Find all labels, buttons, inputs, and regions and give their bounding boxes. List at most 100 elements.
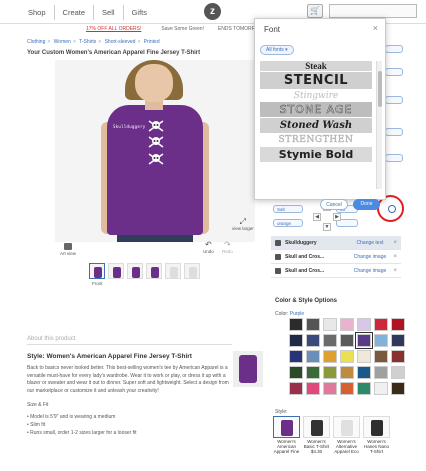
- done-button[interactable]: Done: [353, 199, 380, 210]
- color-swatch[interactable]: [340, 318, 354, 331]
- font-option[interactable]: Stingwire: [260, 90, 372, 101]
- skull-crossbones-icon[interactable]: [148, 136, 164, 148]
- color-swatch[interactable]: [340, 366, 354, 379]
- color-swatch[interactable]: [289, 382, 303, 395]
- product-preview-image[interactable]: Skullduggery: [55, 60, 255, 242]
- color-swatch[interactable]: [391, 318, 405, 331]
- color-swatch[interactable]: [340, 334, 354, 347]
- text-color-select[interactable]: orange: [273, 219, 303, 227]
- color-swatch[interactable]: [289, 318, 303, 331]
- design-text-layer[interactable]: Skullduggery: [113, 124, 146, 129]
- nav-sell[interactable]: Sell: [94, 5, 124, 20]
- arrow-right-icon[interactable]: ▶: [333, 213, 341, 221]
- undo-button[interactable]: ↶ Undo: [203, 241, 214, 255]
- color-swatch[interactable]: [340, 382, 354, 395]
- color-swatch[interactable]: [355, 332, 373, 349]
- skull-crossbones-icon[interactable]: [148, 120, 164, 132]
- thumbnail-view[interactable]: [127, 263, 143, 279]
- thumbnail-front[interactable]: [89, 263, 105, 279]
- color-swatch[interactable]: [289, 350, 303, 363]
- font-style-select[interactable]: Salt: [273, 205, 303, 213]
- color-swatch[interactable]: [340, 350, 354, 363]
- color-swatch[interactable]: [306, 350, 320, 363]
- option-dropdown[interactable]: [385, 96, 403, 104]
- change-image-link[interactable]: Change image: [345, 268, 395, 274]
- color-swatch[interactable]: [306, 366, 320, 379]
- thumbnail-view[interactable]: [146, 263, 162, 279]
- color-swatch[interactable]: [289, 366, 303, 379]
- breadcrumb-item[interactable]: Short-sleeved: [105, 39, 136, 45]
- zazzle-logo[interactable]: z: [204, 3, 221, 20]
- thumbnail-view[interactable]: [108, 263, 124, 279]
- color-swatch[interactable]: [323, 382, 337, 395]
- nav-shop[interactable]: Shop: [20, 5, 55, 20]
- color-swatch[interactable]: [306, 318, 320, 331]
- change-text-link[interactable]: Change text: [345, 240, 395, 246]
- font-option[interactable]: STRENGTHEN: [260, 134, 372, 146]
- font-option[interactable]: Steak: [260, 61, 372, 71]
- font-option[interactable]: STONE AGE: [260, 102, 372, 117]
- color-swatch[interactable]: [306, 334, 320, 347]
- close-icon[interactable]: ×: [373, 23, 378, 33]
- color-swatch[interactable]: [391, 366, 405, 379]
- font-option[interactable]: Stymie Bold: [260, 147, 372, 162]
- color-swatch[interactable]: [374, 366, 388, 379]
- breadcrumb-item[interactable]: Women: [54, 39, 71, 45]
- thumbnail-view[interactable]: [165, 263, 181, 279]
- nav-gifts[interactable]: Gifts: [124, 5, 155, 20]
- arrow-down-icon[interactable]: ▼: [323, 223, 331, 231]
- cart-icon[interactable]: 🛒: [307, 4, 323, 18]
- cancel-button[interactable]: Cancel: [320, 199, 348, 210]
- close-icon[interactable]: ×: [393, 268, 397, 274]
- font-option[interactable]: STENCIL: [260, 72, 372, 89]
- style-option[interactable]: Women's Basic T-Shirt $4.30: [303, 416, 330, 455]
- breadcrumb-item[interactable]: T-Shirts: [79, 39, 96, 45]
- view-larger-button[interactable]: ⤢ view larger: [232, 218, 254, 232]
- option-dropdown[interactable]: [385, 154, 403, 162]
- color-swatch[interactable]: [357, 382, 371, 395]
- color-swatch[interactable]: [374, 334, 388, 347]
- color-swatch[interactable]: [323, 318, 337, 331]
- layer-row[interactable]: Skullduggery Change text ×: [271, 236, 401, 250]
- color-swatch[interactable]: [357, 350, 371, 363]
- color-swatch[interactable]: [374, 318, 388, 331]
- option-dropdown[interactable]: [385, 128, 403, 136]
- color-swatch[interactable]: [289, 334, 303, 347]
- breadcrumb-item[interactable]: Printed: [144, 39, 160, 45]
- color-style-options-title: Color & Style Options: [275, 298, 338, 304]
- search-input[interactable]: [329, 4, 417, 18]
- option-dropdown[interactable]: [385, 45, 403, 53]
- font-option[interactable]: Stoned Wash: [260, 118, 372, 133]
- breadcrumb-item[interactable]: Clothing: [27, 39, 45, 45]
- nav-create[interactable]: Create: [55, 5, 95, 20]
- color-swatch[interactable]: [323, 366, 337, 379]
- color-swatch[interactable]: [374, 382, 388, 395]
- font-filter-dropdown[interactable]: All fonts ▾: [260, 45, 294, 55]
- change-image-link[interactable]: Change image: [345, 254, 395, 260]
- close-icon[interactable]: ×: [393, 254, 397, 260]
- layer-row[interactable]: Skull and Cros... Change image ×: [271, 264, 401, 278]
- color-swatch[interactable]: [357, 366, 371, 379]
- style-option[interactable]: Women's Hanes Nano T-Shirt: [363, 416, 390, 455]
- arrow-left-icon[interactable]: ◀: [313, 213, 321, 221]
- skull-crossbones-icon[interactable]: [148, 153, 164, 165]
- layer-row[interactable]: Skull and Cros... Change image ×: [271, 250, 401, 264]
- redo-button[interactable]: ↷ Redo: [222, 241, 233, 255]
- close-icon[interactable]: ×: [393, 240, 397, 246]
- color-swatch[interactable]: [323, 350, 337, 363]
- color-swatch[interactable]: [391, 382, 405, 395]
- color-swatch[interactable]: [391, 334, 405, 347]
- style-option[interactable]: Women's American Apparel Fine: [273, 416, 300, 455]
- style-option[interactable]: Women's Alternative Apparel Eco: [333, 416, 360, 455]
- font-list-scrollbar[interactable]: [376, 61, 382, 189]
- art-view-button[interactable]: Art view: [60, 243, 76, 256]
- promo-offer-link[interactable]: 17% OFF ALL ORDERS!: [86, 26, 141, 32]
- color-swatch[interactable]: [357, 318, 371, 331]
- color-swatch[interactable]: [323, 334, 337, 347]
- thumbnail-view[interactable]: [184, 263, 200, 279]
- color-swatch[interactable]: [306, 382, 320, 395]
- rotate-handle-icon[interactable]: [388, 205, 396, 213]
- color-swatch[interactable]: [391, 350, 405, 363]
- color-swatch[interactable]: [374, 350, 388, 363]
- option-dropdown[interactable]: [385, 68, 403, 76]
